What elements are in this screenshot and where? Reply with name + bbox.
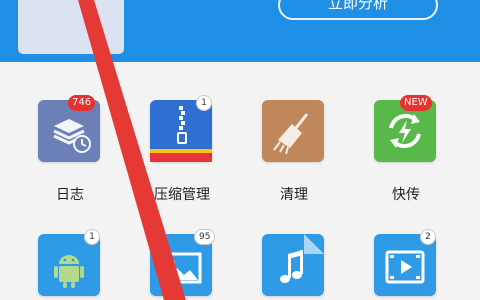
badge-count: 2	[420, 229, 436, 245]
app-label: 清理	[280, 187, 308, 203]
badge-count: 746	[68, 95, 96, 111]
music-note-icon	[262, 234, 324, 296]
badge-count: 95	[194, 229, 216, 245]
app-label: 压缩管理	[154, 187, 210, 203]
badge-count: 1	[196, 95, 212, 111]
badge-new: NEW	[400, 95, 432, 111]
broom-icon	[262, 100, 324, 162]
header-card	[18, 0, 124, 54]
app-label: 日志	[56, 187, 84, 203]
app-header: 立即分析	[0, 0, 480, 62]
analyze-button-label: 立即分析	[327, 0, 388, 12]
analyze-button[interactable]: 立即分析	[278, 0, 438, 20]
badge-count: 1	[84, 229, 100, 245]
app-grid: 746 日志 1 压缩管理 清理 NEW 快传 1 95 2	[0, 62, 480, 300]
app-label: 快传	[392, 187, 420, 203]
